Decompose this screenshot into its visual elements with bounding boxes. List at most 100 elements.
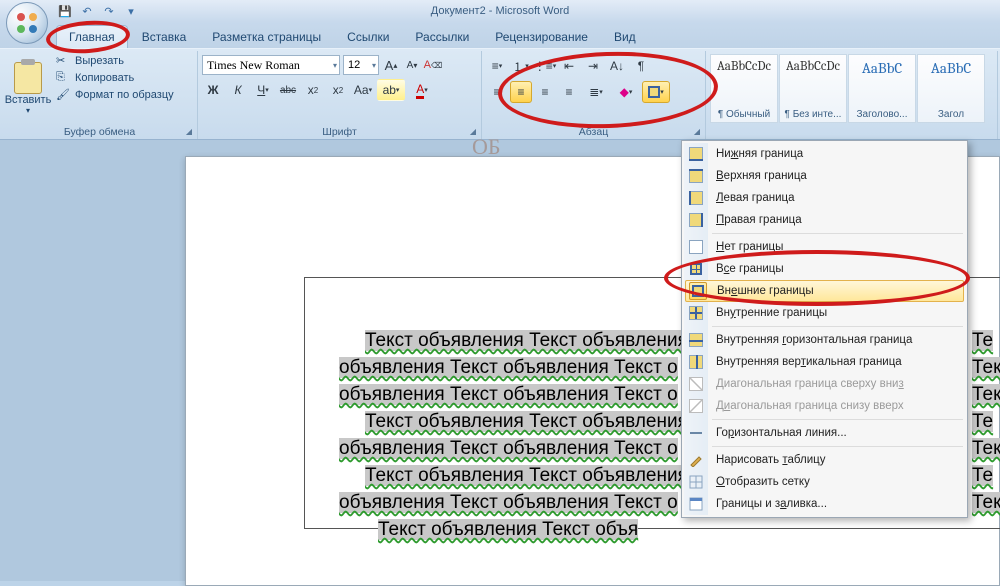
doc-heading-shadow: ОБ xyxy=(472,134,501,160)
menu-item-right[interactable]: Правая граница xyxy=(684,209,965,231)
align-center-button[interactable]: ≡ xyxy=(510,81,532,103)
ribbon-tabs: Главная Вставка Разметка страницы Ссылки… xyxy=(0,22,1000,48)
menu-item-dlg[interactable]: Границы и заливка... xyxy=(684,493,965,515)
align-left-button[interactable]: ≡ xyxy=(486,81,508,103)
menu-item-label: Внутренние границы xyxy=(716,307,827,319)
group-paragraph: ≡▾ ⒈▾ ⋮≡▾ ⇤ ⇥ A↓ ¶ ≡ ≡ ≡ ≡ ≣▾ ◆▾ ▾ Абзац… xyxy=(482,51,706,139)
increase-indent-button[interactable]: ⇥ xyxy=(582,55,604,77)
group-font: Times New Roman 12 A▴ A▾ A⌫ Ж К Ч▾ abc x… xyxy=(198,51,482,139)
highlight-button[interactable]: ab▾ xyxy=(377,79,405,101)
menu-item-all[interactable]: Все границы xyxy=(684,258,965,280)
doc-line: Текст объявления Текст объя xyxy=(378,516,638,543)
bold-button[interactable]: Ж xyxy=(202,79,224,101)
office-button[interactable] xyxy=(6,2,48,44)
paste-label: Вставить xyxy=(5,94,52,106)
doc-line-r: Текст xyxy=(972,489,1000,516)
bullets-button[interactable]: ≡▾ xyxy=(486,55,508,77)
qat-redo-icon[interactable]: ↷ xyxy=(102,4,116,18)
tab-review[interactable]: Рецензирование xyxy=(483,26,600,48)
menu-item-top[interactable]: Верхняя граница xyxy=(684,165,965,187)
menu-item-none[interactable]: Нет границы xyxy=(684,236,965,258)
change-case-button[interactable]: Aa▾ xyxy=(352,79,374,101)
menu-item-vmid[interactable]: Внутренняя вертикальная граница xyxy=(684,351,965,373)
group-para-label: Абзац xyxy=(579,126,608,138)
menu-item-label: Внутренняя горизонтальная граница xyxy=(716,334,912,346)
menu-item-label: Отобразить сетку xyxy=(716,476,810,488)
align-right-button[interactable]: ≡ xyxy=(534,81,556,103)
style-normal[interactable]: AaBbCcDc¶ Обычный xyxy=(710,54,778,123)
hmid-border-icon xyxy=(687,331,705,349)
doc-line-r: Текст xyxy=(972,381,1000,408)
tab-home[interactable]: Главная xyxy=(56,25,128,48)
menu-item-grid[interactable]: Отобразить сетку xyxy=(684,471,965,493)
scissors-icon: ✂ xyxy=(56,54,70,68)
superscript-button[interactable]: x2 xyxy=(327,79,349,101)
style-heading1[interactable]: AaBbCЗаголово... xyxy=(848,54,916,123)
doc-line: Текст объявления Текст объявления xyxy=(365,327,688,354)
menu-item-label: Диагональная граница снизу вверх xyxy=(716,400,904,412)
para-dialog-launcher[interactable]: ◢ xyxy=(691,125,703,137)
font-size-combo[interactable]: 12 xyxy=(343,55,379,75)
clipboard-dialog-launcher[interactable]: ◢ xyxy=(183,125,195,137)
menu-item-label: Левая граница xyxy=(716,192,794,204)
doc-line-r: Текст xyxy=(972,354,1000,381)
group-clipboard: Вставить ▾ ✂Вырезать ⎘Копировать 🖌Формат… xyxy=(2,51,198,139)
menu-item-diagd: Диагональная граница сверху вниз xyxy=(684,373,965,395)
shading-button[interactable]: ◆▾ xyxy=(612,81,640,103)
subscript-button[interactable]: x2 xyxy=(302,79,324,101)
font-name-combo[interactable]: Times New Roman xyxy=(202,55,340,75)
dlg-border-icon xyxy=(687,495,705,513)
copy-icon: ⎘ xyxy=(56,71,70,85)
qat-undo-icon[interactable]: ↶ xyxy=(80,4,94,18)
top-border-icon xyxy=(687,167,705,185)
menu-item-draw[interactable]: Нарисовать таблицу xyxy=(684,449,965,471)
tab-insert[interactable]: Вставка xyxy=(130,26,199,48)
font-color-button[interactable]: A▾ xyxy=(408,79,436,101)
qat-save-icon[interactable]: 💾 xyxy=(58,4,72,18)
none-border-icon xyxy=(687,238,705,256)
line-spacing-button[interactable]: ≣▾ xyxy=(582,81,610,103)
menu-item-left[interactable]: Левая граница xyxy=(684,187,965,209)
doc-line: объявления Текст объявления Текст о xyxy=(339,381,678,408)
all-border-icon xyxy=(687,260,705,278)
tab-view[interactable]: Вид xyxy=(602,26,648,48)
menu-item-label: Нижняя граница xyxy=(716,148,803,160)
decrease-indent-button[interactable]: ⇤ xyxy=(558,55,580,77)
menu-item-bottom[interactable]: Нижняя граница xyxy=(684,143,965,165)
borders-button[interactable]: ▾ xyxy=(642,81,670,103)
menu-item-inner[interactable]: Внутренние границы xyxy=(684,302,965,324)
tab-references[interactable]: Ссылки xyxy=(335,26,401,48)
sort-button[interactable]: A↓ xyxy=(606,55,628,77)
vmid-border-icon xyxy=(687,353,705,371)
italic-button[interactable]: К xyxy=(227,79,249,101)
cut-button[interactable]: ✂Вырезать xyxy=(54,53,176,69)
strike-button[interactable]: abc xyxy=(277,79,299,101)
qat-menu-icon[interactable]: ▾ xyxy=(124,4,138,18)
style-heading2[interactable]: AaBbCЗагол xyxy=(917,54,985,123)
right-border-icon xyxy=(687,211,705,229)
doc-line-r: Те xyxy=(972,462,993,489)
menu-item-outer[interactable]: Внешние границы xyxy=(685,280,964,302)
paste-button[interactable]: Вставить ▾ xyxy=(6,53,50,123)
clipboard-icon xyxy=(14,62,42,94)
show-marks-button[interactable]: ¶ xyxy=(630,55,652,77)
menu-item-hline[interactable]: Горизонтальная линия... xyxy=(684,422,965,444)
multilevel-button[interactable]: ⋮≡▾ xyxy=(534,55,556,77)
shrink-font-button[interactable]: A▾ xyxy=(403,55,421,75)
outer-border-icon xyxy=(689,282,707,300)
format-painter-button[interactable]: 🖌Формат по образцу xyxy=(54,87,176,103)
underline-button[interactable]: Ч▾ xyxy=(252,79,274,101)
group-font-label: Шрифт xyxy=(322,126,357,138)
menu-item-hmid[interactable]: Внутренняя горизонтальная граница xyxy=(684,329,965,351)
tab-mailings[interactable]: Рассылки xyxy=(403,26,481,48)
grow-font-button[interactable]: A▴ xyxy=(382,55,400,75)
menu-item-diagu: Диагональная граница снизу вверх xyxy=(684,395,965,417)
copy-button[interactable]: ⎘Копировать xyxy=(54,70,176,86)
tab-pagelayout[interactable]: Разметка страницы xyxy=(200,26,333,48)
window-title: Документ2 - Microsoft Word xyxy=(431,5,569,17)
menu-item-label: Внешние границы xyxy=(717,285,814,297)
clear-formatting-button[interactable]: A⌫ xyxy=(424,55,442,75)
style-no-spacing[interactable]: AaBbCcDc¶ Без инте... xyxy=(779,54,847,123)
justify-button[interactable]: ≡ xyxy=(558,81,580,103)
numbering-button[interactable]: ⒈▾ xyxy=(510,55,532,77)
